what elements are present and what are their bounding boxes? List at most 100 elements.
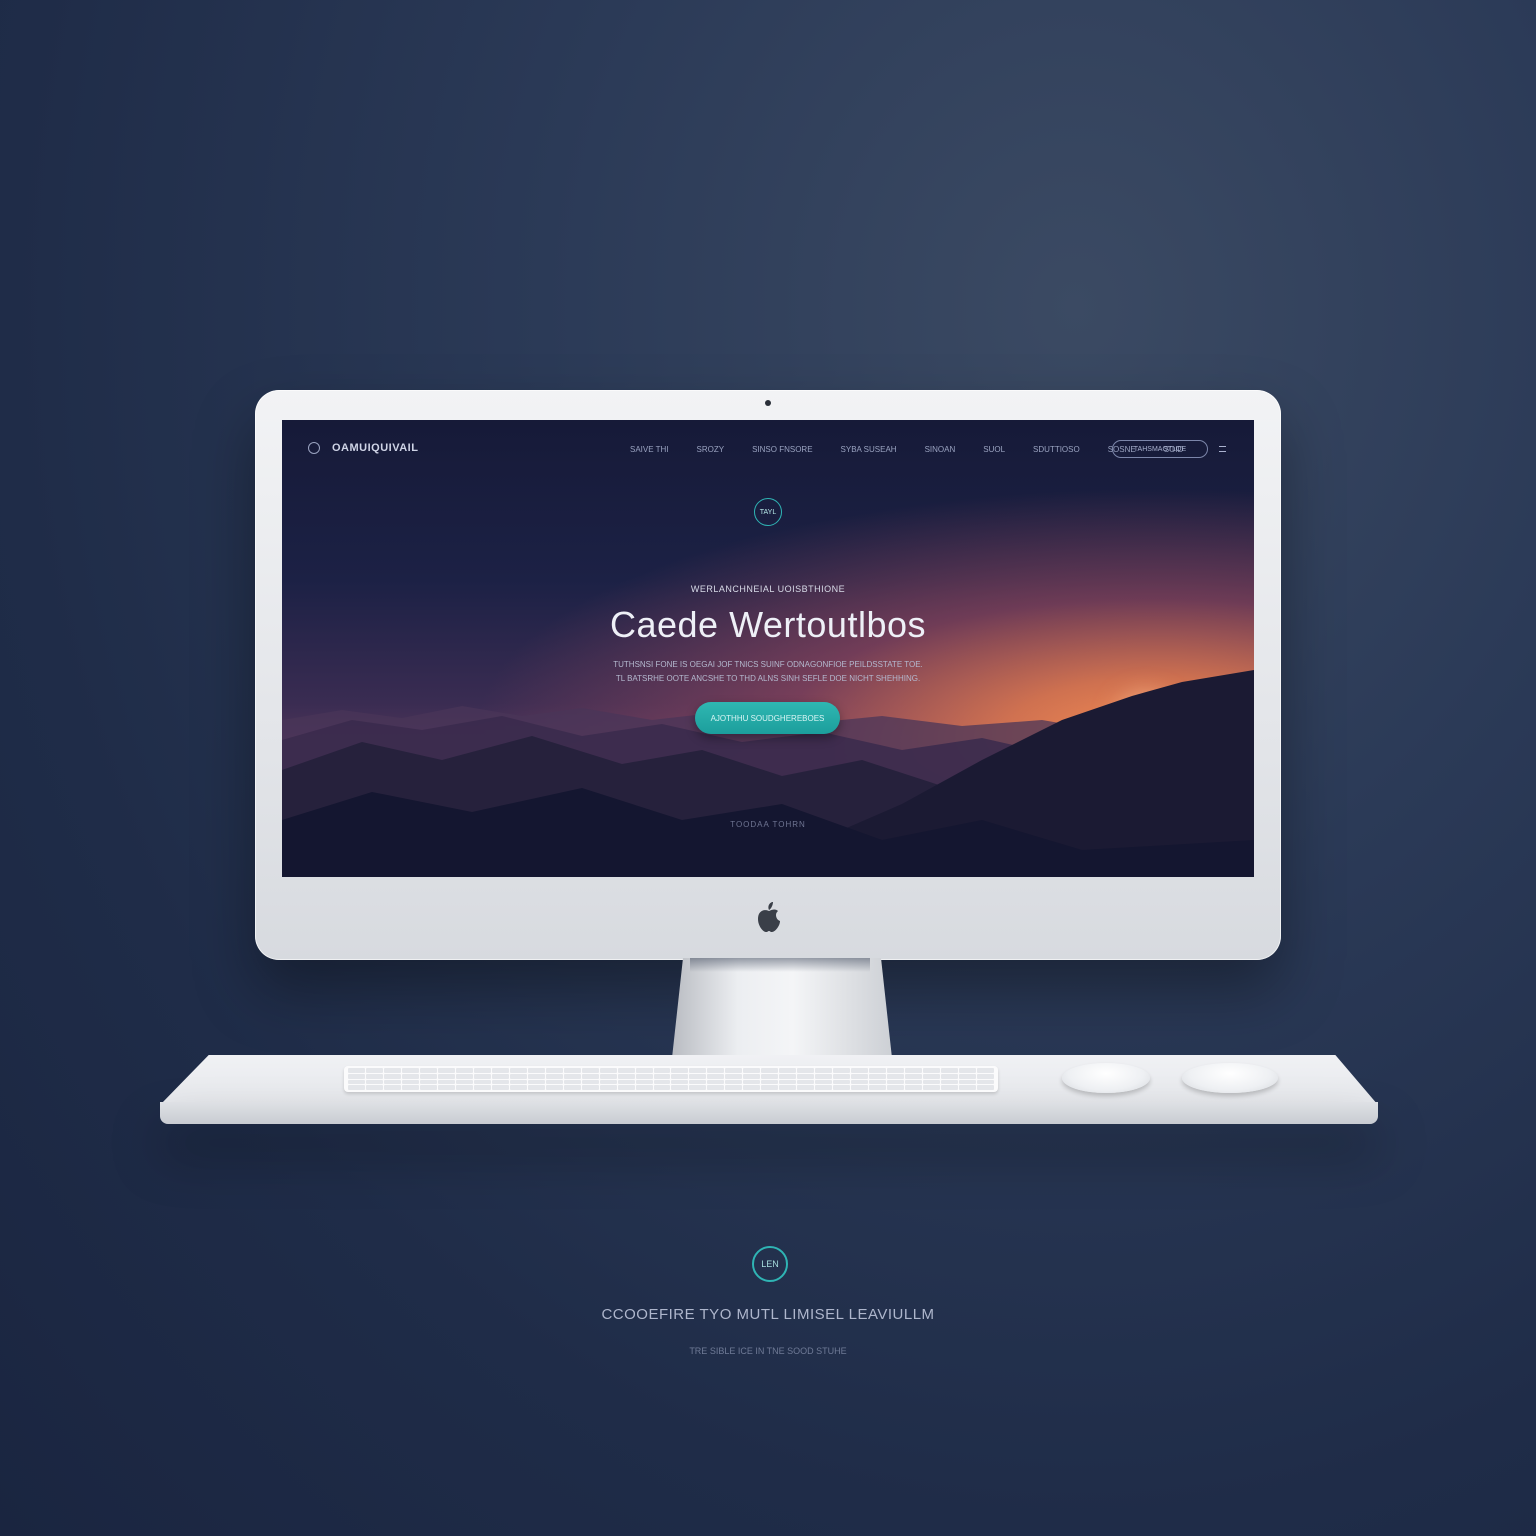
- keyboard-key: [887, 1079, 905, 1085]
- keyboard-key: [653, 1068, 671, 1073]
- keyboard-key: [725, 1085, 743, 1090]
- keyboard-key: [635, 1073, 653, 1079]
- hero-title: Caede Wertoutlbos: [609, 604, 926, 645]
- keyboard-key: [905, 1085, 923, 1090]
- hero-badge: TAYL: [754, 498, 782, 526]
- keyboard-key: [671, 1079, 689, 1085]
- keyboard-key: [509, 1085, 527, 1090]
- keyboard-key: [419, 1068, 437, 1073]
- keyboard-key: [941, 1079, 959, 1085]
- nav-link[interactable]: SDUTTIOSO: [1033, 445, 1080, 454]
- trackpad-mouse[interactable]: [1182, 1063, 1278, 1093]
- keyboard-key: [473, 1073, 491, 1079]
- keyboard-key: [545, 1079, 563, 1085]
- nav-cta-button[interactable]: TAHSMAOTLOE: [1112, 440, 1208, 458]
- keyboard-key: [509, 1079, 527, 1085]
- keyboard-key: [833, 1073, 851, 1079]
- keyboard-key: [563, 1073, 581, 1079]
- keyboard-key: [563, 1068, 581, 1073]
- keyboard-key: [383, 1079, 401, 1085]
- keyboard-key: [797, 1079, 815, 1085]
- desk-shelf-edge: [160, 1102, 1378, 1124]
- keyboard-key: [401, 1068, 419, 1073]
- nav-link[interactable]: SUOL: [983, 445, 1005, 454]
- keyboard-key: [941, 1068, 959, 1073]
- keyboard-key: [365, 1085, 383, 1090]
- hero-subtitle-line-1: TUTHSNSI FONE IS OEGAI JOF TNICS SUINF O…: [613, 660, 923, 669]
- hero-subtitle-line-2: TL BATSRHE OOTE ANCSHE TO THD ALNS SINH …: [615, 674, 921, 683]
- nav-link[interactable]: SINOAN: [925, 445, 956, 454]
- keyboard-key: [419, 1085, 437, 1090]
- keyboard-key: [977, 1068, 994, 1073]
- stand-shadow: [690, 958, 870, 972]
- keyboard-key: [923, 1085, 941, 1090]
- keyboard-key: [527, 1073, 545, 1079]
- keyboard-key: [635, 1085, 653, 1090]
- keyboard-key: [869, 1079, 887, 1085]
- keyboard-key: [473, 1079, 491, 1085]
- mountain-landscape: [282, 670, 1254, 877]
- keyboard-key: [851, 1073, 869, 1079]
- keyboard-key: [689, 1079, 707, 1085]
- keyboard-key: [527, 1068, 545, 1073]
- keyboard-key: [779, 1079, 797, 1085]
- keyboard-key: [887, 1073, 905, 1079]
- keyboard-key: [419, 1079, 437, 1085]
- keyboard-key: [599, 1068, 617, 1073]
- keyboard-key: [815, 1073, 833, 1079]
- keyboard-key: [779, 1085, 797, 1090]
- keyboard-key: [707, 1079, 725, 1085]
- keyboard-key: [923, 1073, 941, 1079]
- footer-title: CCOOEFIRE TYO MUTL LIMISEL LEAVIULLM: [601, 1306, 935, 1323]
- hero-kicker: WERLANCHNEIAL UOISBTHIONE: [690, 584, 846, 594]
- brand[interactable]: OAMUIQUIVAIL: [308, 442, 418, 454]
- keyboard-key: [617, 1079, 635, 1085]
- keyboard-key: [437, 1085, 455, 1090]
- nav-link[interactable]: SYBA SUSEAH: [841, 445, 897, 454]
- imac-monitor: OAMUIQUIVAIL SAIVE THI SROZY SINSO FNSOR…: [255, 390, 1281, 960]
- keyboard-key: [599, 1073, 617, 1079]
- keyboard-key: [761, 1085, 779, 1090]
- keyboard-key: [887, 1068, 905, 1073]
- keyboard-key: [707, 1073, 725, 1079]
- keyboard-key: [725, 1068, 743, 1073]
- keyboard-key: [599, 1085, 617, 1090]
- footer-badge: LEN: [752, 1246, 788, 1282]
- monitor-screen: OAMUIQUIVAIL SAIVE THI SROZY SINSO FNSOR…: [282, 420, 1254, 877]
- hero-cta-button[interactable]: AJOTHHU SOUDGHEREBOES: [695, 702, 840, 734]
- keyboard-key: [365, 1068, 383, 1073]
- brand-circle-icon: [308, 442, 320, 454]
- scroll-label[interactable]: TOODAA TOHRN: [282, 820, 1254, 829]
- keyboard-key: [743, 1073, 761, 1079]
- keyboard-key: [959, 1085, 977, 1090]
- keyboard-key: [851, 1079, 869, 1085]
- keyboard[interactable]: [344, 1066, 998, 1092]
- keyboard-key: [527, 1085, 545, 1090]
- keyboard-key: [815, 1079, 833, 1085]
- keyboard-key: [348, 1085, 365, 1090]
- keyboard-key: [941, 1073, 959, 1079]
- nav-link[interactable]: SINSO FNSORE: [752, 445, 812, 454]
- keyboard-key: [617, 1068, 635, 1073]
- keyboard-key: [635, 1079, 653, 1085]
- keyboard-key: [779, 1068, 797, 1073]
- keyboard-key: [581, 1068, 599, 1073]
- keyboard-key: [815, 1085, 833, 1090]
- keyboard-key: [905, 1068, 923, 1073]
- keyboard-key: [797, 1073, 815, 1079]
- keyboard-key: [725, 1073, 743, 1079]
- keyboard-key: [581, 1073, 599, 1079]
- keyboard-key: [617, 1085, 635, 1090]
- keyboard-key: [509, 1073, 527, 1079]
- keyboard-key: [653, 1073, 671, 1079]
- keyboard-key: [419, 1073, 437, 1079]
- keyboard-key: [797, 1085, 815, 1090]
- nav-link[interactable]: SROZY: [697, 445, 725, 454]
- keyboard-key: [401, 1073, 419, 1079]
- keyboard-key: [527, 1079, 545, 1085]
- nav-link[interactable]: SAIVE THI: [630, 445, 669, 454]
- keyboard-key: [653, 1079, 671, 1085]
- menu-icon[interactable]: [1219, 446, 1226, 452]
- keyboard-key: [365, 1073, 383, 1079]
- mouse[interactable]: [1062, 1063, 1150, 1093]
